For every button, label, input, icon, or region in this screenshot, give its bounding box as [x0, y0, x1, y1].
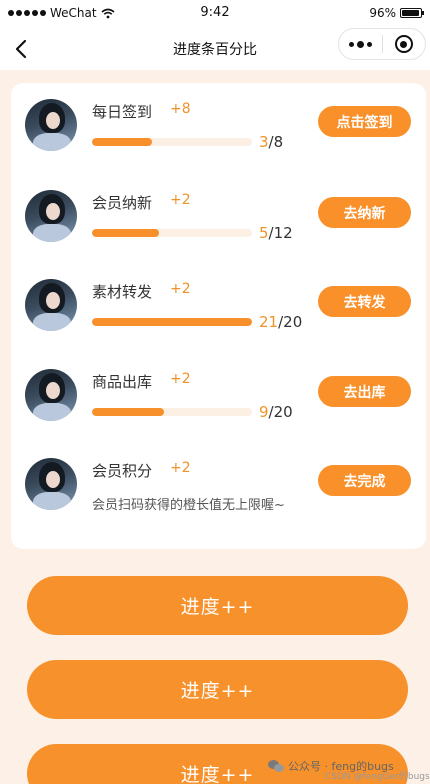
progress-bar	[92, 229, 252, 237]
progress-done: 9	[259, 403, 269, 421]
outbound-button[interactable]: 去出库	[318, 376, 411, 407]
task-name: 商品出库	[92, 373, 153, 391]
mini-program-capsule	[338, 28, 426, 60]
progress-count: 21/20	[259, 313, 302, 331]
target-icon	[394, 35, 413, 53]
battery-percent: 96%	[369, 6, 396, 20]
task-row-share: 素材转发 +2 21/20 去转发	[11, 279, 426, 339]
avatar	[25, 458, 77, 510]
progress-total: /12	[268, 224, 293, 242]
task-points: +2	[170, 281, 191, 297]
progress-fill	[92, 138, 152, 146]
recruit-button[interactable]: 去纳新	[318, 197, 411, 228]
progress-total: /20	[268, 403, 293, 421]
progress-count: 5/12	[259, 224, 293, 242]
task-points: +2	[170, 371, 191, 387]
task-row-outbound: 商品出库 +2 9/20 去出库	[11, 369, 426, 429]
progress-total: /20	[278, 313, 303, 331]
progress-done: 21	[259, 313, 279, 331]
task-row-points: 会员积分 +2 会员扫码获得的橙长值无上限喔~ 去完成	[11, 458, 426, 518]
avatar	[25, 99, 77, 151]
status-bar: WeChat 9:42 96%	[0, 0, 430, 28]
share-button[interactable]: 去转发	[318, 286, 411, 317]
status-right: 96%	[369, 6, 424, 20]
battery-level	[402, 10, 420, 16]
avatar	[25, 369, 77, 421]
close-mini-program-button[interactable]	[383, 29, 425, 59]
progress-total: /8	[268, 133, 284, 151]
progress-fill	[92, 229, 159, 237]
progress-count: 3/8	[259, 133, 283, 151]
csdn-watermark: CSDN @fengGer的bugs	[325, 772, 430, 782]
progress-increase-button[interactable]: 进度++	[27, 576, 408, 635]
progress-bar	[92, 138, 252, 146]
avatar	[25, 279, 77, 331]
task-name: 会员纳新	[92, 194, 153, 212]
progress-count: 9/20	[259, 403, 293, 421]
task-points: +2	[170, 192, 191, 208]
task-row-sign-in: 每日签到 +8 3/8 点击签到	[11, 99, 426, 159]
nav-bar: 进度条百分比	[0, 28, 430, 70]
task-points: +8	[170, 101, 191, 117]
task-points: +2	[170, 460, 191, 476]
sign-in-button[interactable]: 点击签到	[318, 106, 411, 137]
task-name: 每日签到	[92, 103, 153, 121]
progress-increase-button[interactable]: 进度++	[27, 660, 408, 719]
wechat-icon	[268, 759, 284, 773]
avatar	[25, 190, 77, 242]
task-description: 会员扫码获得的橙长值无上限喔~	[92, 498, 285, 513]
progress-done: 5	[259, 224, 269, 242]
task-row-new-members: 会员纳新 +2 5/12 去纳新	[11, 190, 426, 250]
progress-bar	[92, 408, 252, 416]
task-name: 素材转发	[92, 283, 153, 301]
progress-fill	[92, 408, 164, 416]
progress-done: 3	[259, 133, 269, 151]
progress-bar	[92, 318, 252, 326]
battery-icon	[400, 8, 424, 18]
status-time: 9:42	[200, 5, 230, 20]
more-icon[interactable]	[339, 29, 382, 59]
task-card: 每日签到 +8 3/8 点击签到 会员纳新 +2 5/12 去纳新 素材转发 +…	[11, 83, 426, 549]
complete-button[interactable]: 去完成	[318, 465, 411, 496]
task-name: 会员积分	[92, 462, 153, 480]
progress-fill	[92, 318, 252, 326]
